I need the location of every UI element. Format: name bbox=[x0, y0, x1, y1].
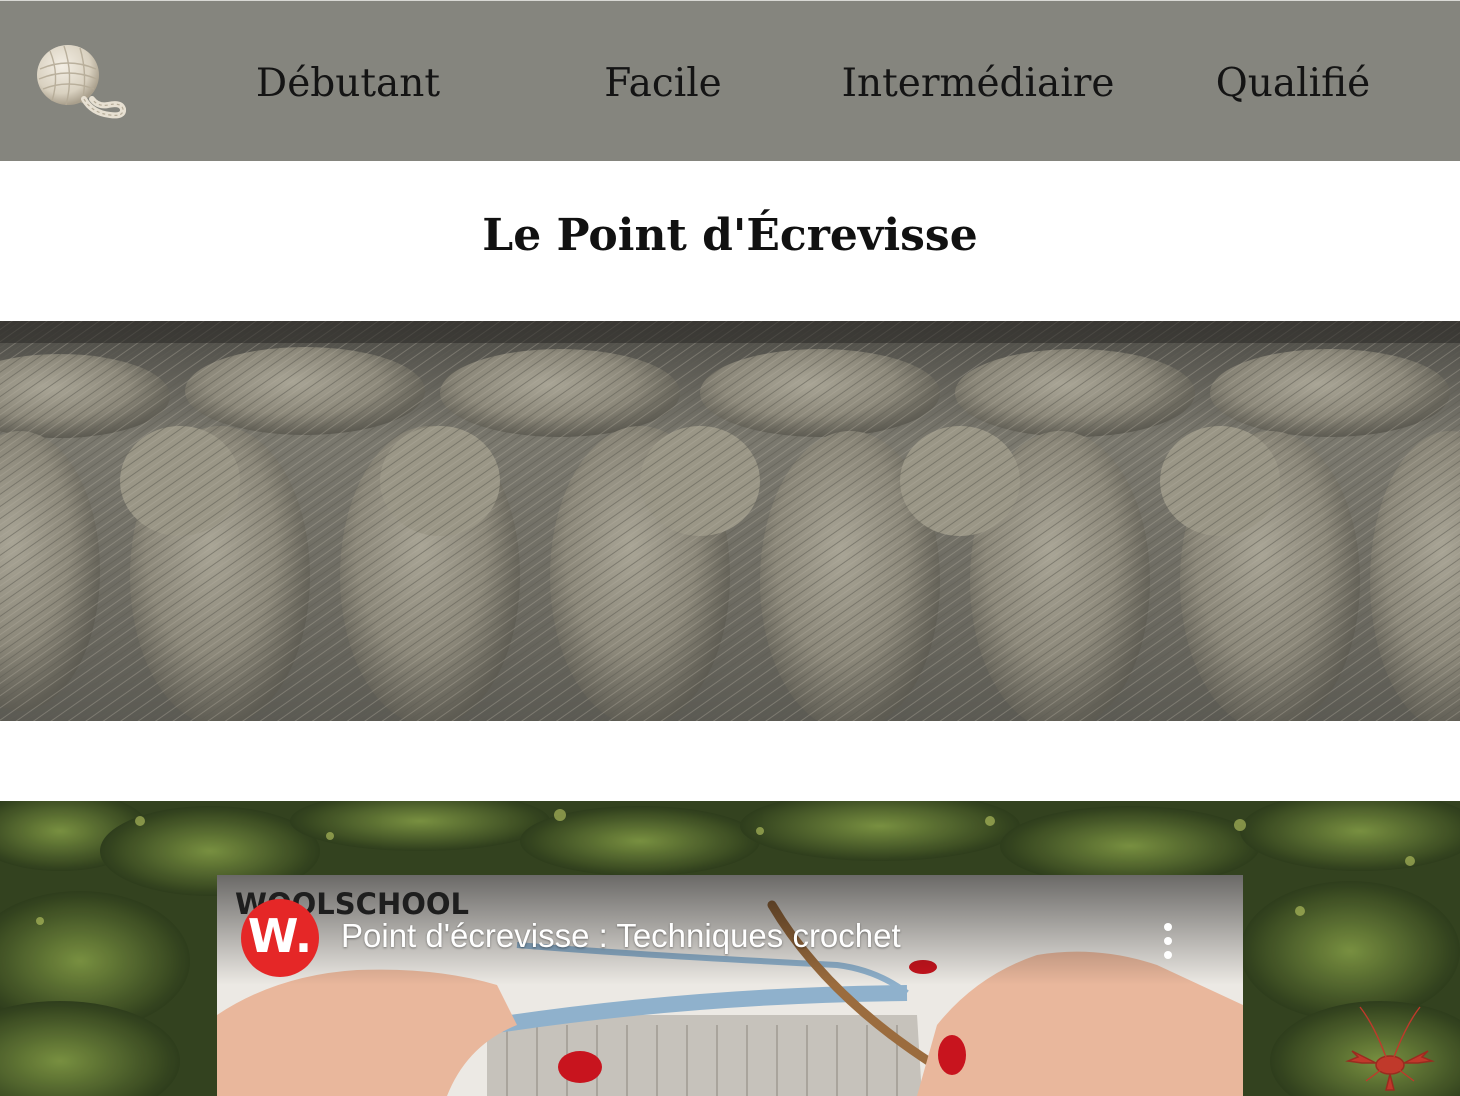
video-player[interactable]: WOOLSCHOOL W. Point d'écrevisse : Techni… bbox=[217, 875, 1243, 1096]
crayfish-icon bbox=[1345, 1006, 1435, 1091]
channel-avatar-letter: W. bbox=[247, 909, 313, 963]
crab-stitch-image bbox=[0, 321, 1460, 721]
site-header: Débutant Facile Intermédiaire Qualifié bbox=[0, 0, 1460, 161]
nav-intermediaire[interactable]: Intermédiaire bbox=[838, 56, 1118, 112]
yarn-stitch-photo bbox=[0, 321, 1460, 721]
more-vertical-icon[interactable] bbox=[1161, 923, 1175, 959]
page-title: Le Point d'Écrevisse bbox=[482, 210, 978, 261]
yarn-ball-icon[interactable] bbox=[30, 39, 130, 121]
nav-facile[interactable]: Facile bbox=[573, 56, 753, 112]
video-title[interactable]: Point d'écrevisse : Techniques crochet bbox=[341, 917, 901, 955]
nav-debutant[interactable]: Débutant bbox=[238, 56, 458, 112]
channel-avatar[interactable]: W. bbox=[241, 899, 319, 977]
nav-qualifie[interactable]: Qualifié bbox=[1198, 56, 1388, 112]
